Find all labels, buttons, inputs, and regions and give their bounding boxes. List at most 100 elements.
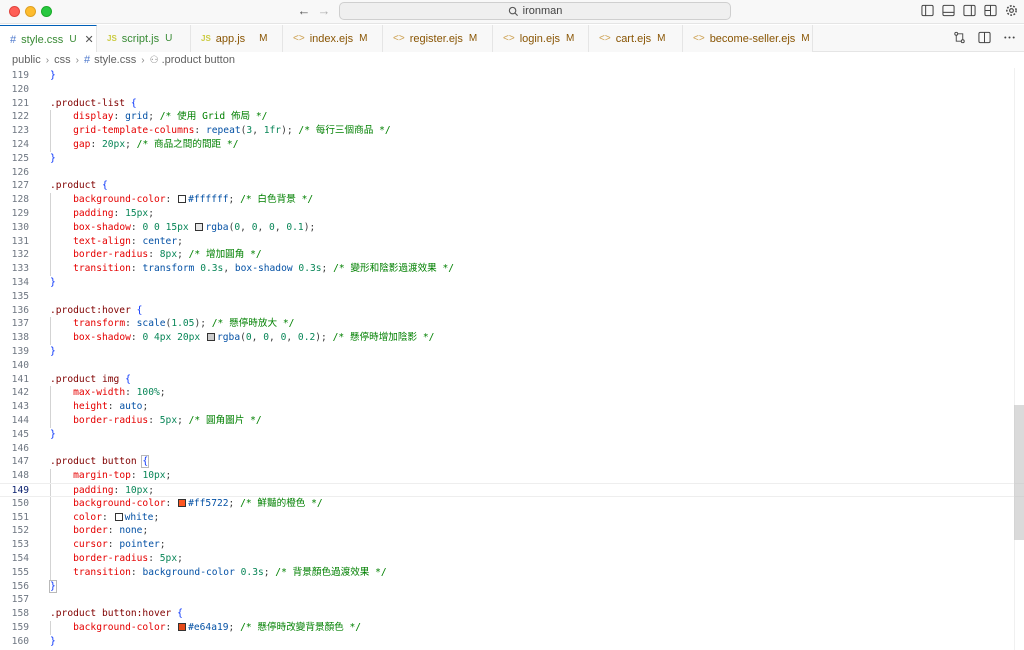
line-number: 131	[11, 235, 29, 247]
color-swatch[interactable]	[207, 333, 215, 342]
close-icon[interactable]: ✕	[85, 33, 94, 46]
code-text: transform: scale(1.05); /* 懸停時放大 */	[73, 318, 295, 330]
breadcrumb-item-css[interactable]: css	[54, 54, 71, 66]
code-line[interactable]: 129 padding: 15px;	[0, 207, 1024, 221]
code-line[interactable]: 124 gap: 20px; /* 商品之間的間距 */	[0, 138, 1024, 152]
code-line[interactable]: 154 border-radius: 5px;	[0, 552, 1024, 566]
more-actions-icon[interactable]	[1003, 31, 1016, 49]
open-changes-icon[interactable]	[953, 31, 966, 49]
code-line[interactable]: 137 transform: scale(1.05); /* 懸停時放大 */	[0, 317, 1024, 332]
tab-status: M	[566, 33, 575, 44]
breadcrumb-item-public[interactable]: public	[12, 54, 41, 66]
tab-app-js[interactable]: JS app.js M	[191, 25, 283, 52]
code-line[interactable]: 150 background-color: #ff5722; /* 鮮豔的橙色 …	[0, 496, 1024, 511]
tab-script-js[interactable]: JS script.js U	[97, 25, 191, 52]
scrollbar-thumb[interactable]	[1014, 405, 1024, 540]
code-text: }	[50, 346, 56, 357]
tab-register-ejs[interactable]: <> register.ejs M	[383, 25, 493, 52]
code-text: gap: 20px; /* 商品之間的間距 */	[73, 139, 239, 150]
code-line[interactable]: 121 .product-list {	[0, 97, 1024, 111]
code-line[interactable]: 159 background-color: #e64a19; /* 懸停時改變背…	[0, 621, 1024, 635]
code-text: }	[50, 428, 56, 440]
code-line[interactable]: 120	[0, 83, 1024, 97]
code-line[interactable]: 142 max-width: 100%;	[0, 386, 1024, 401]
code-editor[interactable]: 119} 120 121 .product-list {122 display: gr…	[0, 68, 1024, 650]
toggle-secondary-sidebar-icon[interactable]	[963, 4, 976, 17]
color-swatch[interactable]	[178, 623, 187, 631]
code-line[interactable]: 141 .product img {	[0, 373, 1024, 387]
code-line[interactable]: 130 box-shadow: 0 0 15px rgba(0, 0, 0, 0…	[0, 220, 1024, 235]
code-line[interactable]: 136 .product:hover {	[0, 304, 1024, 318]
code-line[interactable]: 156}	[0, 579, 1024, 594]
color-swatch[interactable]	[195, 222, 204, 231]
code-line[interactable]: 125}	[0, 152, 1024, 166]
tab-style-css[interactable]: # style.css U ✕	[0, 25, 97, 53]
breadcrumb-item-file[interactable]: style.css	[94, 54, 136, 66]
forward-arrow-icon[interactable]: →	[316, 3, 332, 19]
customize-layout-icon[interactable]	[984, 4, 997, 17]
code-line[interactable]: 119}	[0, 69, 1024, 83]
code-line[interactable]: 148 margin-top: 10px;	[0, 469, 1024, 483]
code-line[interactable]: 138 box-shadow: 0 4px 20px rgba(0, 0, 0,…	[0, 331, 1024, 345]
maximize-window-button[interactable]	[41, 6, 52, 17]
line-number: 155	[11, 566, 29, 578]
chevron-right-icon: ›	[45, 54, 50, 66]
code-line[interactable]: 133 transition: transform 0.3s, box-shad…	[0, 262, 1024, 276]
close-window-button[interactable]	[9, 6, 20, 17]
code-line[interactable]: 128 background-color: #ffffff; /* 白色背景 *…	[0, 193, 1024, 207]
code-text: display: grid; /* 使用 Grid 佈局 */	[73, 111, 268, 123]
tab-index-ejs[interactable]: <> index.ejs M	[283, 25, 383, 52]
code-line[interactable]: 135	[0, 290, 1024, 304]
tab-cart-ejs[interactable]: <> cart.ejs M	[589, 25, 683, 52]
code-line[interactable]: 122 display: grid; /* 使用 Grid 佈局 */	[0, 110, 1024, 125]
code-line[interactable]: 160}	[0, 635, 1024, 649]
split-editor-icon[interactable]	[978, 31, 991, 49]
line-number: 133	[11, 263, 29, 275]
code-line[interactable]: 157	[0, 593, 1024, 607]
code-line[interactable]: 134}	[0, 276, 1024, 290]
back-arrow-icon[interactable]: ←	[296, 3, 312, 19]
tab-login-ejs[interactable]: <> login.ejs M	[493, 25, 589, 52]
breadcrumb-item-symbol[interactable]: .product button	[162, 54, 235, 66]
command-center-search[interactable]: ironman	[339, 2, 731, 20]
code-line[interactable]: 147 .product button {	[0, 455, 1024, 469]
tab-label: register.ejs	[409, 32, 463, 45]
css-hash-icon: #	[10, 33, 17, 46]
code-text: padding: 10px;	[73, 485, 154, 496]
line-number: 132	[11, 249, 29, 261]
tab-become-seller-ejs[interactable]: <> become-seller.ejs M	[683, 25, 813, 52]
code-line[interactable]: 146	[0, 442, 1024, 456]
code-line[interactable]: 143 height: auto;	[0, 400, 1024, 414]
code-line[interactable]: 139}	[0, 345, 1024, 359]
code-line[interactable]: 152 border: none;	[0, 524, 1024, 539]
vertical-scrollbar[interactable]	[1014, 68, 1024, 650]
code-line[interactable]: 149 padding: 10px;	[0, 483, 1024, 497]
color-swatch[interactable]	[114, 512, 123, 521]
color-swatch[interactable]	[178, 498, 187, 507]
editor-tab-bar: # style.css U ✕ JS script.js U JS app.js…	[0, 25, 1024, 53]
tab-label: index.ejs	[309, 32, 354, 45]
code-line[interactable]: 153 cursor: pointer;	[0, 538, 1024, 552]
code-line[interactable]: 132 border-radius: 8px; /* 增加圓角 */	[0, 248, 1024, 263]
color-swatch[interactable]	[178, 195, 187, 204]
minimize-window-button[interactable]	[25, 6, 36, 17]
code-line[interactable]: 126	[0, 166, 1024, 180]
code-line[interactable]: 151 color: white;	[0, 510, 1024, 525]
js-icon: JS	[201, 34, 211, 43]
toggle-panel-icon[interactable]	[942, 4, 955, 17]
line-number: 159	[11, 622, 29, 633]
tab-label: login.ejs	[519, 32, 561, 45]
code-line[interactable]: 140	[0, 359, 1024, 373]
gear-icon[interactable]	[1005, 4, 1018, 17]
toggle-primary-sidebar-icon[interactable]	[921, 4, 934, 17]
ejs-icon: <>	[503, 33, 515, 44]
line-number: 154	[11, 553, 29, 564]
code-line[interactable]: 155 transition: background-color 0.3s; /…	[0, 565, 1024, 580]
code-line[interactable]: 158 .product button:hover {	[0, 607, 1024, 621]
code-line[interactable]: 144 border-radius: 5px; /* 圓角圖片 */	[0, 414, 1024, 428]
code-line[interactable]: 131 text-align: center;	[0, 234, 1024, 249]
code-line[interactable]: 145}	[0, 428, 1024, 442]
line-number: 153	[11, 539, 29, 551]
code-line[interactable]: 127 .product {	[0, 179, 1024, 193]
code-line[interactable]: 123 grid-template-columns: repeat(3, 1fr…	[0, 124, 1024, 138]
